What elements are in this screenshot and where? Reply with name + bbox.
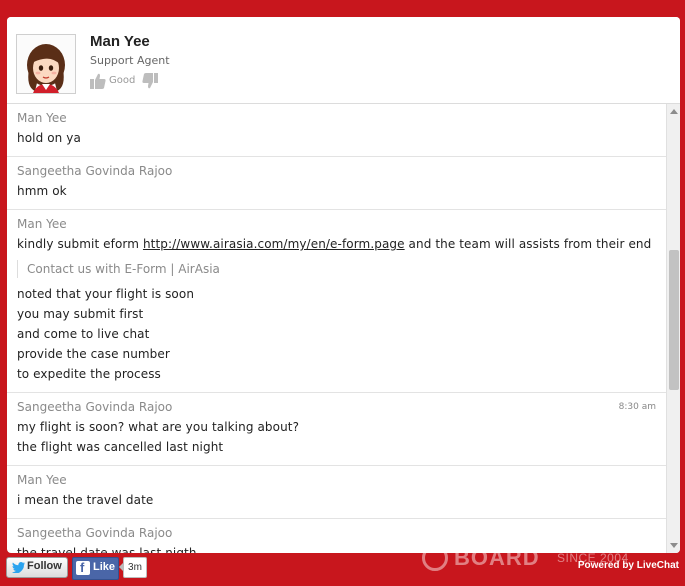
message-text-with-link: kindly submit eform http://www.airasia.c… xyxy=(17,234,656,254)
like-label: Like xyxy=(93,561,116,573)
message: Sangeetha Govinda Rajoo hmm ok xyxy=(7,157,666,210)
message-text: and come to live chat xyxy=(17,327,150,341)
agent-avatar xyxy=(16,34,76,94)
message-text: i mean the travel date xyxy=(17,493,154,507)
twitter-bird-icon xyxy=(12,562,25,573)
scrollbar-thumb[interactable] xyxy=(669,250,679,390)
message: Man Yee i mean the travel date xyxy=(7,466,666,519)
message-author: Sangeetha Govinda Rajoo xyxy=(17,164,173,178)
message: Sangeetha Govinda Rajoo 8:30 am my fligh… xyxy=(7,393,666,466)
eform-link[interactable]: http://www.airasia.com/my/en/e-form.page xyxy=(143,237,405,251)
message-timestamp: 8:30 am xyxy=(618,402,656,412)
powered-by-link[interactable]: Powered by LiveChat xyxy=(578,560,679,571)
twitter-follow-button[interactable]: Follow xyxy=(6,557,68,578)
footer-bar: Follow f Like 3m BOARD SINCE 2004 Powere… xyxy=(0,545,685,586)
message-text: kindly submit eform xyxy=(17,237,143,251)
message-author: Man Yee xyxy=(17,473,67,487)
message-author: Sangeetha Govinda Rajoo xyxy=(17,526,173,540)
message-text: and the team will assists from their end xyxy=(404,237,652,251)
like-count: 3m xyxy=(119,557,147,578)
rating-good-label: Good xyxy=(109,75,136,86)
thumbs-down-icon[interactable] xyxy=(142,72,158,90)
message-text: noted that your flight is soon xyxy=(17,287,195,301)
facebook-like-button[interactable]: f Like xyxy=(72,557,119,580)
agent-role: Support Agent xyxy=(90,54,170,67)
message-text: provide the case number xyxy=(17,347,170,361)
message-text: hold on ya xyxy=(17,131,81,145)
message: Man Yee hold on ya xyxy=(7,104,666,157)
message-text: to expedite the process xyxy=(17,367,161,381)
follow-label: Follow xyxy=(27,560,62,572)
message-scrollbar[interactable] xyxy=(666,104,680,553)
agent-name: Man Yee xyxy=(90,33,150,50)
message-author: Sangeetha Govinda Rajoo xyxy=(17,400,173,414)
message: Man Yee kindly submit eform http://www.a… xyxy=(7,210,666,393)
facebook-icon: f xyxy=(76,560,90,575)
message-text: you may submit first xyxy=(17,307,144,321)
chat-window: Man Yee Support Agent Good Man Yee hold … xyxy=(7,17,680,553)
link-preview[interactable]: Contact us with E-Form | AirAsia xyxy=(17,260,656,278)
message-text: hmm ok xyxy=(17,184,67,198)
message-author: Man Yee xyxy=(17,111,67,125)
message-author: Man Yee xyxy=(17,217,67,231)
message-list[interactable]: Man Yee hold on ya Sangeetha Govinda Raj… xyxy=(7,104,666,553)
scroll-up-arrow-icon[interactable] xyxy=(670,109,678,114)
thumbs-up-icon[interactable] xyxy=(90,72,106,90)
scroll-down-arrow-icon[interactable] xyxy=(670,543,678,548)
message-text: the flight was cancelled last night xyxy=(17,440,224,454)
message-text: my flight is soon? what are you talking … xyxy=(17,420,300,434)
agent-avatar-icon xyxy=(17,35,75,93)
agent-header: Man Yee Support Agent Good xyxy=(7,17,680,104)
message-text: the travel date was last nigth xyxy=(17,546,197,553)
message: Sangeetha Govinda Rajoo the travel date … xyxy=(7,519,666,553)
